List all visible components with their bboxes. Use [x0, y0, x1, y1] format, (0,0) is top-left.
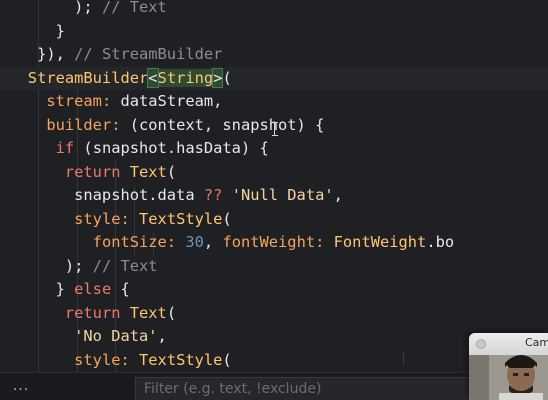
close-icon[interactable]: [476, 339, 486, 349]
code-token: fontSize:: [92, 233, 186, 251]
code-line[interactable]: style: TextStyle(: [0, 349, 548, 373]
code-token: );: [0, 256, 93, 275]
code-token: builder:: [46, 115, 130, 134]
filter-input[interactable]: [135, 377, 475, 400]
code-token: style:: [74, 350, 140, 369]
code-token: snapshot.data: [0, 186, 204, 204]
code-line[interactable]: snapshot.data ?? 'Null Data',: [0, 184, 548, 208]
code-line[interactable]: } else {: [0, 278, 548, 302]
camera-titlebar[interactable]: Camera: [469, 333, 548, 356]
code-line[interactable]: if (snapshot.hasData) {: [0, 137, 548, 161]
code-line[interactable]: return Text(: [0, 161, 548, 185]
code-token: );: [0, 0, 102, 16]
code-token: return: [64, 162, 130, 181]
code-token: TextStyle: [139, 209, 223, 228]
code-token: fontWeight:: [222, 233, 334, 251]
code-token: ,: [157, 327, 167, 345]
code-editor[interactable]: ); // Text } }), // StreamBuilder Stream…: [0, 0, 548, 372]
code-line[interactable]: 'No Data',: [0, 325, 548, 349]
text-cursor-icon: [272, 122, 278, 136]
code-token: StreamBuilder: [0, 68, 149, 87]
code-token: return: [64, 303, 130, 322]
code-token: String: [157, 68, 214, 87]
code-token: 30: [185, 233, 204, 251]
code-line[interactable]: ); // Text: [0, 0, 548, 20]
code-token: {: [111, 280, 130, 298]
code-line[interactable]: fontSize: 30, fontWeight: FontWeight.bo: [0, 231, 548, 255]
camera-feed: [469, 355, 548, 400]
ruler-marker: [403, 351, 404, 365]
code-token: <: [147, 67, 159, 88]
code-token: dataStream,: [120, 92, 223, 110]
person-image: [469, 355, 548, 400]
code-token: }: [0, 21, 65, 40]
code-line[interactable]: ); // Text: [0, 255, 548, 279]
code-token: }: [0, 280, 75, 298]
code-token: FontWeight: [333, 233, 427, 251]
code-token: TextStyle: [139, 350, 223, 369]
code-token: (: [166, 162, 177, 181]
code-line[interactable]: style: TextStyle(: [0, 208, 548, 232]
camera-window[interactable]: Camera: [469, 333, 548, 400]
code-token: (: [222, 68, 232, 87]
code-token: (context, snapshot) {: [129, 115, 325, 134]
code-token: stream:: [46, 92, 121, 110]
code-token: // Text: [92, 256, 158, 275]
code-token: style:: [74, 209, 140, 228]
code-token: Text: [129, 303, 167, 322]
code-token: ,: [203, 233, 223, 251]
code-token: }),: [0, 45, 75, 63]
code-token: 'No Data': [74, 327, 158, 345]
code-token: else: [74, 280, 112, 298]
code-token: (: [222, 350, 232, 369]
code-line[interactable]: }: [0, 20, 548, 44]
more-options-button[interactable]: ...: [8, 377, 34, 397]
code-token: (: [222, 209, 232, 228]
code-line[interactable]: StreamBuilder<String>(: [0, 66, 548, 90]
code-token: ??: [203, 186, 223, 204]
code-token: (snapshot.hasData) {: [74, 139, 269, 157]
code-token: Text: [129, 162, 167, 181]
code-token: // Text: [101, 0, 167, 16]
camera-title: Camera: [525, 336, 548, 349]
code-line[interactable]: return Text(: [0, 302, 548, 326]
code-token: (: [166, 303, 177, 322]
code-line[interactable]: }), // StreamBuilder: [0, 43, 548, 67]
code-token: 'Null Data': [231, 186, 334, 204]
code-token: ,: [333, 186, 343, 204]
code-line[interactable]: stream: dataStream,: [0, 90, 548, 114]
code-token: // StreamBuilder: [74, 45, 223, 63]
code-token: if: [55, 139, 75, 157]
code-token: .bo: [426, 233, 455, 251]
